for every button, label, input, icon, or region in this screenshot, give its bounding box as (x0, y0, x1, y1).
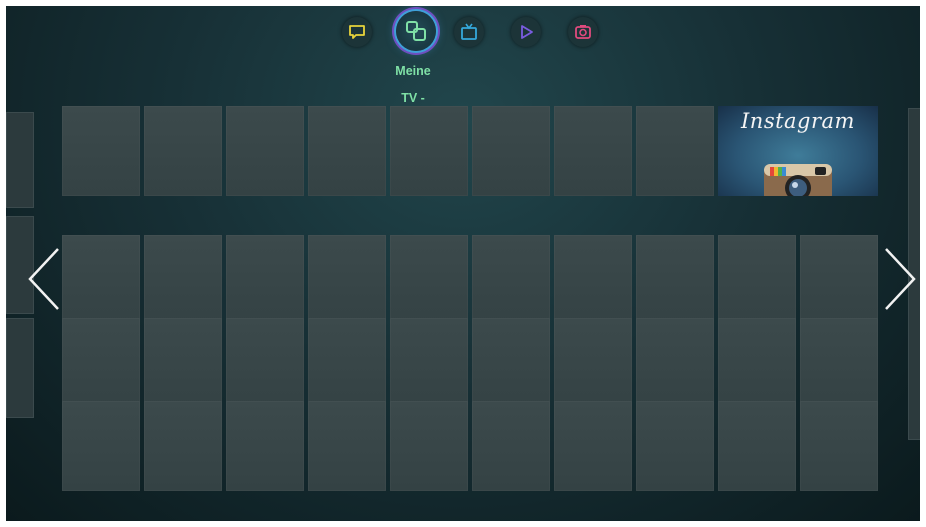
app-tile-empty[interactable] (308, 106, 386, 196)
chevron-right-icon[interactable] (882, 246, 920, 312)
app-tile-empty[interactable] (390, 401, 468, 491)
play-icon (521, 25, 533, 39)
app-tile-empty[interactable] (554, 401, 632, 491)
tv-icon (461, 23, 477, 40)
nav-apps[interactable] (396, 11, 436, 51)
app-tile-empty[interactable] (472, 106, 550, 196)
camera-icon (575, 25, 591, 39)
app-tile-empty[interactable] (800, 318, 878, 408)
nav-video[interactable] (511, 17, 541, 47)
app-tile-empty[interactable] (472, 401, 550, 491)
app-tile-empty[interactable] (390, 235, 468, 325)
app-tile-empty[interactable] (472, 318, 550, 408)
app-tile-empty[interactable] (226, 235, 304, 325)
app-tile-empty[interactable] (800, 235, 878, 325)
app-tile-empty[interactable] (554, 106, 632, 196)
app-tile-empty[interactable] (144, 235, 222, 325)
app-tile-empty[interactable] (144, 106, 222, 196)
app-tile-empty[interactable] (554, 235, 632, 325)
app-tile-empty[interactable] (554, 318, 632, 408)
app-tile-empty[interactable] (308, 235, 386, 325)
app-tile-empty[interactable] (226, 401, 304, 491)
instagram-camera-icon (764, 164, 832, 196)
left-side-panel (6, 318, 34, 418)
app-tile-empty[interactable] (62, 106, 140, 196)
app-tile-empty[interactable] (308, 318, 386, 408)
app-tile-empty[interactable] (718, 318, 796, 408)
app-grid-row (62, 401, 878, 491)
speech-bubble-icon (349, 25, 365, 39)
app-tile-empty[interactable] (308, 401, 386, 491)
app-tile-empty[interactable] (718, 401, 796, 491)
app-tile-empty[interactable] (144, 401, 222, 491)
app-tile-empty[interactable] (718, 235, 796, 325)
app-tile-empty[interactable] (390, 318, 468, 408)
app-tile-empty[interactable] (62, 401, 140, 491)
app-tile-empty[interactable] (636, 401, 714, 491)
nav-photo[interactable] (568, 17, 598, 47)
top-navigation (6, 6, 920, 66)
nav-tv[interactable] (454, 17, 484, 47)
app-tile-empty[interactable] (636, 318, 714, 408)
app-tile-empty[interactable] (390, 106, 468, 196)
app-tile-empty[interactable] (636, 235, 714, 325)
app-tile-title: Instagram (741, 109, 855, 133)
app-tile-empty[interactable] (800, 401, 878, 491)
app-tile-empty[interactable] (144, 318, 222, 408)
app-tile-empty[interactable] (226, 318, 304, 408)
chevron-left-icon[interactable] (24, 246, 62, 312)
smart-hub-screen: Meine TV - Apps Instagram (6, 6, 920, 521)
apps-icon (406, 21, 426, 41)
app-tile-empty[interactable] (62, 235, 140, 325)
app-tile-empty[interactable] (636, 106, 714, 196)
instagram-app-tile[interactable]: Instagram (718, 106, 878, 196)
nav-social[interactable] (342, 17, 372, 47)
app-grid-row (62, 235, 878, 325)
app-row-top: Instagram (62, 106, 878, 196)
app-tile-empty[interactable] (62, 318, 140, 408)
app-tile-empty[interactable] (226, 106, 304, 196)
app-tile-empty[interactable] (472, 235, 550, 325)
left-side-panel (6, 112, 34, 208)
app-grid-row (62, 318, 878, 408)
